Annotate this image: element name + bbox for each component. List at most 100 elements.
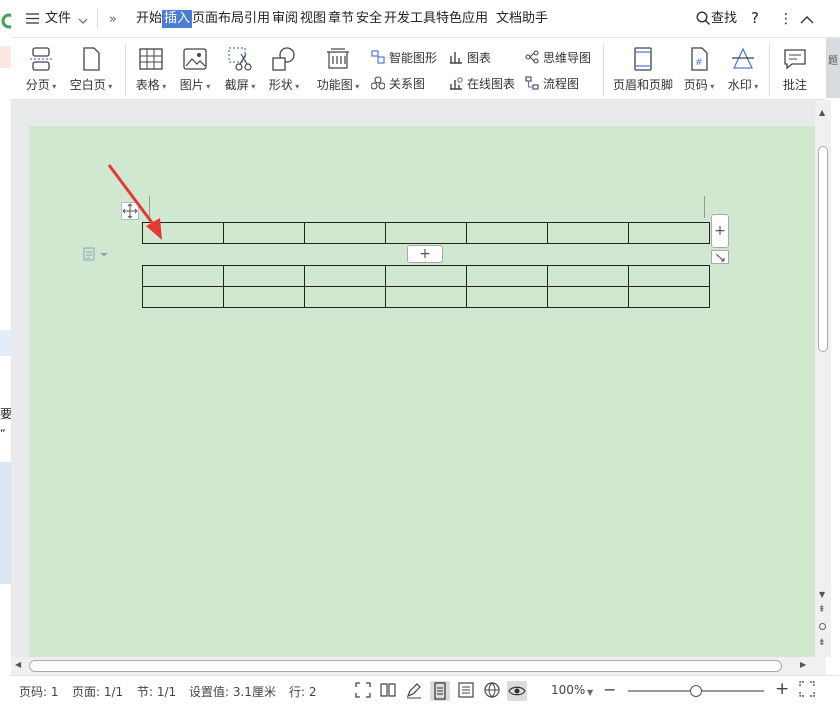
- zoom-in-button[interactable]: +: [775, 679, 789, 699]
- strip-char: 要: [0, 407, 13, 421]
- zoom-slider[interactable]: [628, 685, 764, 697]
- help-icon[interactable]: ?: [751, 9, 759, 27]
- chevron-down-icon[interactable]: ▼: [587, 688, 593, 697]
- table-cell[interactable]: [466, 222, 548, 244]
- table-cell[interactable]: [547, 222, 629, 244]
- function-chart-button[interactable]: 功能图 ▾: [313, 46, 363, 93]
- scroll-down-icon[interactable]: ▼: [819, 590, 825, 599]
- horizontal-scroll-thumb[interactable]: [29, 660, 782, 672]
- add-row-button[interactable]: +: [407, 245, 443, 263]
- table-bottom[interactable]: [142, 265, 710, 308]
- scroll-right-icon[interactable]: ▶: [800, 660, 806, 669]
- outline-view-icon[interactable]: [457, 681, 477, 701]
- table-cell[interactable]: [142, 286, 224, 308]
- mind-map-button[interactable]: 思维导图: [525, 49, 591, 66]
- add-column-button[interactable]: +: [711, 214, 729, 248]
- divider: [125, 44, 126, 96]
- red-arrow-annotation: [107, 164, 162, 240]
- page-break-button[interactable]: 分页 ▾: [21, 46, 61, 93]
- tab-references[interactable]: 引用: [244, 10, 270, 28]
- page-number-button[interactable]: # 页码 ▾: [681, 46, 717, 93]
- zoom-out-button[interactable]: −: [603, 680, 616, 699]
- table-cell[interactable]: [385, 222, 467, 244]
- screenshot-button[interactable]: 截屏 ▾: [222, 46, 258, 93]
- vertical-scrollbar[interactable]: ▲ ▼ ⇞ ⇟: [815, 100, 831, 657]
- table-cell[interactable]: [466, 286, 548, 308]
- tab-assistant[interactable]: 文档助手: [496, 10, 548, 28]
- horizontal-scrollbar[interactable]: ◀ ▶: [11, 657, 826, 675]
- read-mode-icon[interactable]: [379, 681, 399, 701]
- search-button[interactable]: 查找: [711, 10, 737, 28]
- tab-home[interactable]: 开始: [136, 10, 162, 28]
- table-resize-handle[interactable]: [711, 250, 729, 264]
- table-row: [142, 265, 710, 287]
- fit-window-icon[interactable]: [799, 681, 819, 701]
- table-cell[interactable]: [547, 265, 629, 287]
- more-icon[interactable]: ⋮: [779, 10, 793, 28]
- eye-protection-icon[interactable]: [507, 681, 527, 701]
- hamburger-icon[interactable]: [26, 13, 39, 24]
- chevron-down-icon[interactable]: [78, 14, 88, 28]
- zoom-level[interactable]: 100%: [551, 683, 585, 697]
- table-cell[interactable]: [304, 265, 386, 287]
- table-cell[interactable]: [385, 286, 467, 308]
- table-cell[interactable]: [304, 222, 386, 244]
- table-cell[interactable]: [628, 222, 710, 244]
- scissors-icon: [227, 46, 253, 72]
- header-footer-label: 页眉和页脚: [612, 78, 673, 92]
- document-page[interactable]: + +: [29, 126, 826, 657]
- scroll-left-icon[interactable]: ◀: [15, 660, 21, 669]
- prev-page-icon[interactable]: ⇞: [818, 605, 826, 615]
- tab-page-layout[interactable]: 页面布局: [192, 10, 244, 28]
- table-cell[interactable]: [223, 265, 305, 287]
- shapes-button[interactable]: 形状 ▾: [266, 46, 302, 93]
- relation-chart-button[interactable]: 关系图: [370, 75, 425, 92]
- picture-button[interactable]: 图片 ▾: [177, 46, 213, 93]
- page-view-icon[interactable]: [430, 681, 450, 701]
- web-view-icon[interactable]: [483, 681, 503, 701]
- page-nav-icon[interactable]: [819, 623, 826, 630]
- table-cell[interactable]: [385, 265, 467, 287]
- tab-view[interactable]: 视图: [300, 10, 326, 28]
- function-chart-label: 功能图: [316, 78, 353, 92]
- comment-button[interactable]: 批注: [777, 46, 813, 93]
- file-menu[interactable]: 文件: [45, 10, 71, 28]
- smart-art-button[interactable]: 智能图形: [371, 49, 437, 66]
- scroll-up-icon[interactable]: ▲: [819, 108, 825, 117]
- tab-developer[interactable]: 开发工具: [384, 10, 436, 28]
- flowchart-button[interactable]: 流程图: [525, 75, 579, 92]
- page-break-icon: [28, 46, 54, 72]
- shapes-label: 形状: [268, 78, 293, 92]
- table-cell[interactable]: [223, 222, 305, 244]
- header-footer-button[interactable]: 页眉和页脚: [611, 46, 675, 93]
- table-button[interactable]: 表格 ▾: [133, 46, 169, 93]
- chart-button[interactable]: 图表: [449, 49, 491, 66]
- paragraph-menu-icon[interactable]: [83, 247, 111, 264]
- table-cell[interactable]: [304, 286, 386, 308]
- blank-page-button[interactable]: 空白页 ▾: [66, 46, 116, 93]
- table-top[interactable]: [142, 222, 710, 244]
- table-cell[interactable]: [628, 265, 710, 287]
- vertical-scroll-thumb[interactable]: [818, 146, 828, 352]
- status-position[interactable]: 设置值: 3.1厘米: [189, 683, 276, 700]
- next-page-icon[interactable]: ⇟: [818, 638, 826, 648]
- double-chevron-icon[interactable]: »: [109, 12, 117, 27]
- watermark-button[interactable]: 水印 ▾: [725, 46, 761, 93]
- search-icon[interactable]: [696, 11, 711, 29]
- table-cell[interactable]: [466, 265, 548, 287]
- screenshot-label: 截屏: [224, 78, 249, 92]
- zoom-slider-knob[interactable]: [690, 685, 702, 697]
- table-cell[interactable]: [547, 286, 629, 308]
- tab-chapter[interactable]: 章节: [328, 10, 354, 28]
- table-cell[interactable]: [628, 286, 710, 308]
- online-chart-button[interactable]: 在线图表: [449, 75, 515, 92]
- tab-security[interactable]: 安全: [356, 10, 382, 28]
- pen-icon[interactable]: [405, 681, 425, 701]
- tab-features[interactable]: 特色应用: [436, 10, 488, 28]
- tab-review[interactable]: 审阅: [272, 10, 298, 28]
- table-cell[interactable]: [223, 286, 305, 308]
- table-cell[interactable]: [142, 265, 224, 287]
- fullscreen-icon[interactable]: [354, 681, 374, 701]
- tab-insert[interactable]: 插入: [162, 10, 193, 28]
- collapse-ribbon-icon[interactable]: [800, 13, 814, 27]
